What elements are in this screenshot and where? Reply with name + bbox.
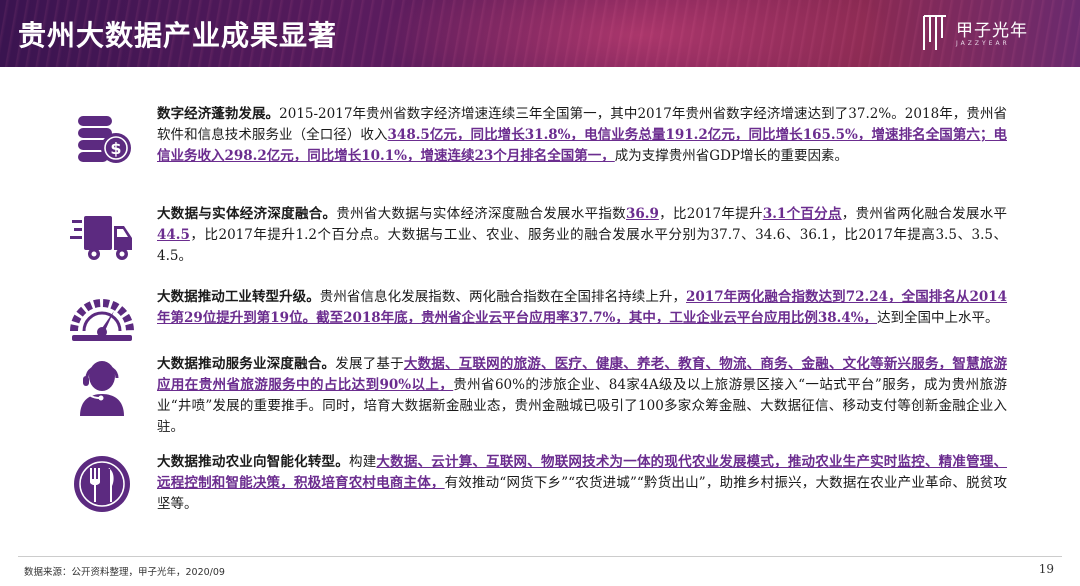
section-lead: 大数据推动农业向智能化转型。 [157, 454, 349, 470]
section-body: 构建 [348, 454, 377, 470]
section-highlight: 3.1个百分点 [762, 206, 842, 222]
brand-logo: 甲子光年 JAZZYEAR [920, 12, 1060, 56]
section-text: 大数据与实体经济深度融合。贵州省大数据与实体经济深度融合发展水平指数36.9，比… [157, 204, 1007, 267]
section-body: ，贵州省两化融合发展水平 [841, 206, 1008, 222]
section-body: 达到全国中上水平。 [877, 310, 999, 326]
section-lead: 大数据与实体经济深度融合。 [157, 206, 337, 222]
section-body: 发展了基于 [335, 356, 404, 372]
data-source: 数据来源：公开资料整理，甲子光年，2020/09 [24, 567, 225, 578]
section-text: 大数据推动工业转型升级。贵州省信息化发展指数、两化融合指数在全国排名持续上升，2… [157, 287, 1007, 329]
brand-mark-icon [923, 15, 946, 50]
section-body: ，比2017年提升1.2个百分点。大数据与工业、农业、服务业的融合发展水平分别为… [157, 227, 1007, 264]
customer-service-icon [80, 361, 124, 416]
page-number: 19 [1038, 562, 1054, 576]
section-highlight: 44.5 [157, 227, 190, 243]
delivery-truck-icon [70, 216, 132, 260]
page-title: 贵州大数据产业成果显著 [18, 19, 338, 52]
section-text: 大数据推动服务业深度融合。发展了基于大数据、互联网的旅游、医疗、健康、养老、教育… [157, 354, 1007, 438]
section-lead: 大数据推动服务业深度融合。 [157, 356, 336, 372]
section-body: 贵州省大数据与实体经济深度融合发展水平指数 [336, 206, 626, 222]
fork-knife-icon [74, 456, 130, 512]
section-body: ，比2017年提升 [658, 206, 763, 222]
section-body: 成为支撑贵州省GDP增长的重要因素。 [614, 148, 848, 164]
brand-subtitle: JAZZYEAR [956, 40, 1010, 47]
speedometer-icon [70, 299, 134, 341]
footer-divider [18, 556, 1062, 557]
section-lead: 数字经济蓬勃发展。 [157, 106, 280, 122]
brand-name: 甲子光年 [956, 21, 1028, 41]
coins-dollar-icon: $ [78, 116, 131, 163]
svg-text:$: $ [110, 139, 121, 158]
section-body: 贵州省信息化发展指数、两化融合指数在全国排名持续上升， [319, 289, 687, 305]
section-text: 数字经济蓬勃发展。2015-2017年贵州省数字经济增速连续三年全国第一，其中2… [157, 104, 1007, 167]
section-lead: 大数据推动工业转型升级。 [157, 289, 320, 305]
section-text: 大数据推动农业向智能化转型。构建大数据、云计算、互联网、物联网技术为一体的现代农… [157, 452, 1007, 515]
section-highlight: 36.9 [626, 206, 659, 222]
header-banner: 贵州大数据产业成果显著 甲子光年 JAZZYEAR [0, 0, 1080, 67]
